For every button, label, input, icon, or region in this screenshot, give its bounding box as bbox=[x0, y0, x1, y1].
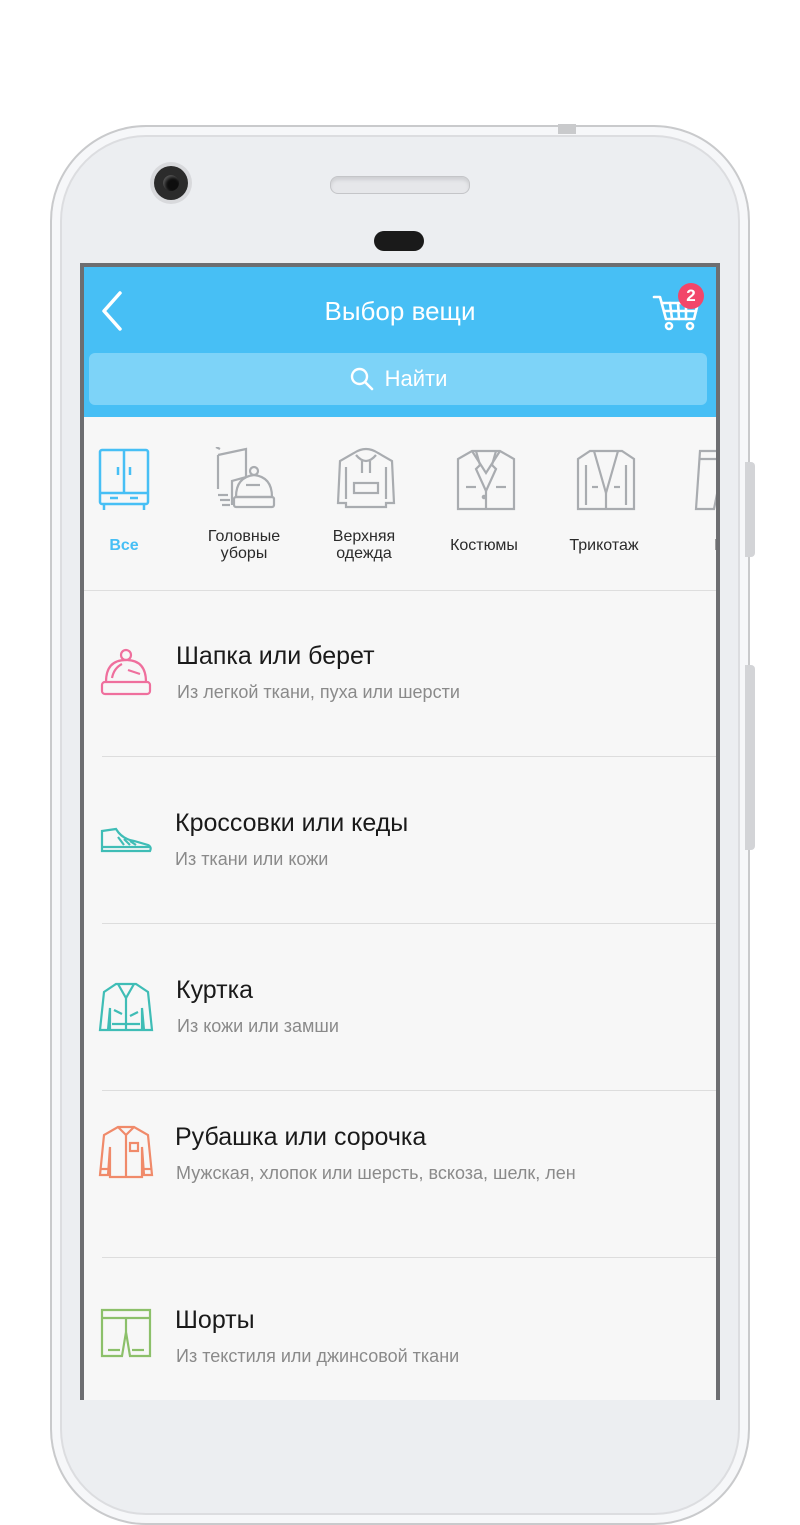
cardigan-icon bbox=[576, 449, 636, 511]
page-title: Выбор вещи bbox=[324, 296, 476, 326]
category-label: Бр bbox=[664, 537, 716, 554]
category-knitwear[interactable]: Трикотаж bbox=[544, 417, 664, 590]
category-outerwear[interactable]: Верхняя одежда bbox=[304, 417, 424, 590]
suit-jacket-icon bbox=[456, 449, 516, 511]
volume-button bbox=[745, 462, 755, 557]
phone-top-button bbox=[558, 124, 576, 134]
beanie-icon bbox=[100, 648, 152, 696]
item-title: Куртка bbox=[176, 976, 253, 1004]
category-suits[interactable]: Костюмы bbox=[424, 417, 544, 590]
item-title: Рубашка или сорочка bbox=[175, 1123, 427, 1151]
list-item[interactable]: Куртка Из кожи или замши bbox=[84, 924, 716, 1091]
power-button bbox=[745, 665, 755, 850]
category-trousers[interactable]: Бр bbox=[664, 417, 716, 590]
proximity-sensor bbox=[374, 231, 424, 251]
trousers-icon bbox=[694, 449, 716, 511]
jacket-icon bbox=[98, 982, 154, 1032]
wardrobe-icon bbox=[98, 448, 150, 510]
hat-scarf-icon bbox=[215, 447, 276, 509]
category-hats[interactable]: Головные уборы bbox=[184, 417, 304, 590]
list-item[interactable]: Рубашка или сорочка Мужская, хлопок или … bbox=[84, 1091, 716, 1258]
category-strip[interactable]: Все Головные уборы Верхняя одежда Костюм… bbox=[84, 417, 716, 591]
app-screen: Выбор вещи 2 Найти Все Головные уборы Ве… bbox=[80, 263, 720, 1400]
shorts-icon bbox=[100, 1308, 152, 1358]
item-list: Шапка или берет Из легкой ткани, пуха ил… bbox=[84, 590, 716, 1400]
cart-count-badge: 2 bbox=[678, 283, 704, 309]
shirt-icon bbox=[98, 1125, 154, 1179]
item-title: Шорты bbox=[175, 1306, 255, 1334]
category-label: Головные уборы bbox=[207, 528, 281, 562]
list-item[interactable]: Шорты Из текстиля или джинсовой ткани bbox=[84, 1258, 716, 1400]
item-title: Шапка или берет bbox=[176, 642, 375, 670]
category-label: Трикотаж bbox=[569, 537, 639, 554]
search-input[interactable]: Найти bbox=[89, 353, 707, 405]
category-label: Верхняя одежда bbox=[332, 528, 396, 562]
front-camera bbox=[154, 166, 188, 200]
sneaker-icon bbox=[100, 827, 152, 853]
search-placeholder: Найти bbox=[384, 366, 448, 391]
item-subtitle: Из текстиля или джинсовой ткани bbox=[176, 1346, 460, 1366]
item-subtitle: Мужская, хлопок или шерсть, вскоза, шелк… bbox=[176, 1163, 576, 1183]
item-subtitle: Из ткани или кожи bbox=[175, 849, 329, 869]
category-label: Костюмы bbox=[450, 537, 518, 554]
earpiece-speaker bbox=[330, 176, 470, 194]
app-header: Выбор вещи 2 Найти bbox=[84, 267, 716, 417]
search-icon bbox=[350, 367, 373, 391]
item-subtitle: Из кожи или замши bbox=[177, 1016, 339, 1036]
category-all[interactable]: Все bbox=[84, 417, 184, 590]
item-title: Кроссовки или кеды bbox=[175, 809, 409, 837]
list-item[interactable]: Шапка или берет Из легкой ткани, пуха ил… bbox=[84, 590, 716, 757]
category-label: Все bbox=[109, 537, 139, 554]
list-item[interactable]: Кроссовки или кеды Из ткани или кожи bbox=[84, 757, 716, 924]
item-subtitle: Из легкой ткани, пуха или шерсти bbox=[177, 682, 460, 702]
hoodie-icon bbox=[336, 447, 396, 509]
